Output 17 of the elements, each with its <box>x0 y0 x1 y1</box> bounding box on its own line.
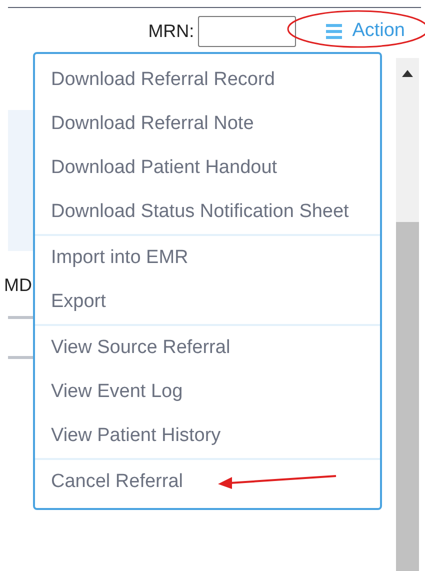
menu-item[interactable]: View Source Referral <box>35 326 380 370</box>
column-label: MD <box>4 274 32 297</box>
menu-item[interactable]: Import into EMR <box>35 236 380 280</box>
scrollbar[interactable] <box>396 58 419 571</box>
menu-item[interactable]: Download Status Notification Sheet <box>35 190 380 234</box>
menu-item[interactable]: Download Patient Handout <box>35 146 380 190</box>
menu-icon <box>326 23 342 39</box>
menu-item[interactable]: Export <box>35 280 380 324</box>
scroll-up-icon[interactable] <box>402 70 413 77</box>
menu-item[interactable]: Download Referral Note <box>35 102 380 146</box>
menu-item[interactable]: View Event Log <box>35 370 380 414</box>
menu-item[interactable]: Cancel Referral <box>35 460 380 504</box>
mrn-field[interactable] <box>198 16 296 46</box>
menu-item[interactable]: Download Referral Record <box>35 58 380 102</box>
scroll-thumb[interactable] <box>396 222 419 571</box>
menu-item[interactable]: View Patient History <box>35 414 380 458</box>
mrn-label: MRN: <box>148 20 194 42</box>
